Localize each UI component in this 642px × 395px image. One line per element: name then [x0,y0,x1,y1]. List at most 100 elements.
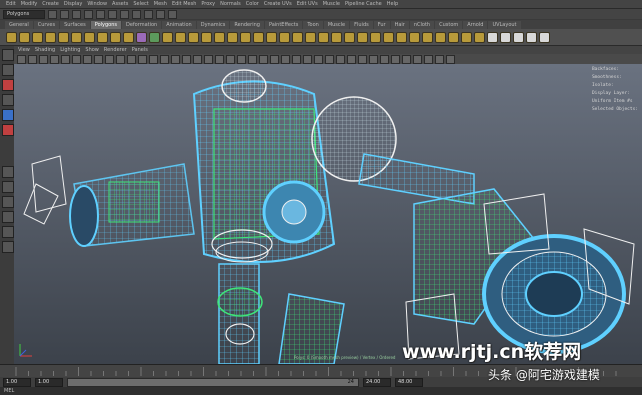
shelf-tool-icon[interactable] [71,31,82,43]
snap-point-icon[interactable] [144,9,153,19]
layout-graph-icon[interactable] [2,241,14,253]
menu-normals[interactable]: Normals [220,1,241,7]
shelf-tool-icon[interactable] [175,31,186,43]
panel-toolbar-icon[interactable] [259,54,268,64]
shelf-tab-fluids[interactable]: Fluids [350,21,373,29]
command-language-label[interactable]: MEL [0,388,14,394]
shelf-tool-icon[interactable] [149,31,160,43]
shelf-tab-curves[interactable]: Curves [33,21,60,29]
panel-toolbar-icon[interactable] [61,54,70,64]
shelf-tool-icon[interactable] [45,31,56,43]
menu-proxy[interactable]: Proxy [201,1,215,7]
shelf-tool-icon[interactable] [513,31,524,43]
render-icon[interactable] [156,9,165,19]
shelf-tool-icon[interactable] [435,31,446,43]
panel-toolbar-icon[interactable] [303,54,312,64]
shelf-tool-icon[interactable] [188,31,199,43]
viewport-3d[interactable]: Backfaces: Smoothness: Isolate: Display Lay… [14,64,642,364]
start-time-field[interactable]: 1.00 [3,377,31,387]
panel-toolbar-icon[interactable] [446,54,455,64]
shelf-tab-animation[interactable]: Animation [162,21,196,29]
select-hierarchy-icon[interactable] [84,9,93,19]
layout-outliner-icon[interactable] [2,226,14,238]
panel-toolbar-icon[interactable] [413,54,422,64]
end-time-field[interactable]: 24.00 [363,377,391,387]
shelf-tool-icon[interactable] [110,31,121,43]
shelf-tab-hair[interactable]: Hair [390,21,409,29]
panel-toolbar-icon[interactable] [50,54,59,64]
panel-toolbar-icon[interactable] [215,54,224,64]
menu-pipeline-cache[interactable]: Pipeline Cache [345,1,382,7]
shelf-tab-general[interactable]: General [5,21,33,29]
panel-toolbar-icon[interactable] [94,54,103,64]
shelf-tool-icon[interactable] [253,31,264,43]
new-scene-icon[interactable] [48,9,57,19]
shelf-tool-icon[interactable] [19,31,30,43]
shelf-tab-dynamics[interactable]: Dynamics [196,21,230,29]
shelf-tool-icon[interactable] [123,31,134,43]
range-start-field[interactable]: 1.00 [35,377,63,387]
paint-select-tool-icon[interactable] [2,79,14,91]
panel-menu-panels[interactable]: Panels [132,47,148,53]
shelf-tool-icon[interactable] [227,31,238,43]
open-scene-icon[interactable] [60,9,69,19]
panel-menu-lighting[interactable]: Lighting [60,47,80,53]
shelf-tool-icon[interactable] [539,31,550,43]
panel-toolbar-icon[interactable] [435,54,444,64]
panel-menu-show[interactable]: Show [85,47,99,53]
save-scene-icon[interactable] [72,9,81,19]
shelf-tool-icon[interactable] [461,31,472,43]
panel-toolbar-icon[interactable] [116,54,125,64]
panel-toolbar-icon[interactable] [336,54,345,64]
panel-toolbar-icon[interactable] [237,54,246,64]
shelf-tab-fur[interactable]: Fur [373,21,390,29]
menu-select[interactable]: Select [133,1,148,7]
panel-toolbar-icon[interactable] [149,54,158,64]
panel-toolbar-icon[interactable] [226,54,235,64]
shelf-tool-icon[interactable] [305,31,316,43]
shelf-tool-icon[interactable] [370,31,381,43]
command-line[interactable]: MEL [0,387,642,395]
panel-toolbar-icon[interactable] [380,54,389,64]
menu-muscle[interactable]: Muscle [323,1,340,7]
shelf-tool-icon[interactable] [84,31,95,43]
shelf-tool-icon[interactable] [279,31,290,43]
move-tool-icon[interactable] [2,94,14,106]
shelf-tool-icon[interactable] [357,31,368,43]
shelf-tool-icon[interactable] [344,31,355,43]
panel-toolbar-icon[interactable] [314,54,323,64]
shelf-tab-uvlayout[interactable]: UVLayout [488,21,521,29]
shelf-tool-icon[interactable] [526,31,537,43]
panel-menu-renderer[interactable]: Renderer [104,47,127,53]
shelf-tool-icon[interactable] [448,31,459,43]
shelf-tool-icon[interactable] [383,31,394,43]
layout-single-icon[interactable] [2,181,14,193]
menu-edit-uvs[interactable]: Edit UVs [297,1,318,7]
shelf-tab-deformation[interactable]: Deformation [122,21,162,29]
panel-toolbar-icon[interactable] [138,54,147,64]
panel-toolbar-icon[interactable] [402,54,411,64]
shelf-tool-icon[interactable] [97,31,108,43]
shelf-tab-custom[interactable]: Custom [435,21,463,29]
panel-menu-view[interactable]: View [18,47,30,53]
panel-toolbar-icon[interactable] [391,54,400,64]
shelf-tool-icon[interactable] [292,31,303,43]
scale-tool-icon[interactable] [2,124,14,136]
panel-toolbar-icon[interactable] [17,54,26,64]
shelf-tool-icon[interactable] [32,31,43,43]
select-component-icon[interactable] [108,9,117,19]
range-slider[interactable]: 24 [67,377,359,387]
panel-toolbar-icon[interactable] [281,54,290,64]
panel-toolbar-icon[interactable] [358,54,367,64]
menu-create-uvs[interactable]: Create UVs [264,1,292,7]
menu-mesh[interactable]: Mesh [154,1,167,7]
layout-four-icon[interactable] [2,196,14,208]
panel-toolbar-icon[interactable] [325,54,334,64]
rotate-tool-icon[interactable] [2,109,14,121]
shelf-tool-icon[interactable] [409,31,420,43]
shelf-tab-muscle[interactable]: Muscle [323,21,350,29]
shelf-tool-icon[interactable] [487,31,498,43]
max-time-field[interactable]: 48.00 [395,377,423,387]
menu-window[interactable]: Window [87,1,107,7]
shelf-tool-icon[interactable] [214,31,225,43]
